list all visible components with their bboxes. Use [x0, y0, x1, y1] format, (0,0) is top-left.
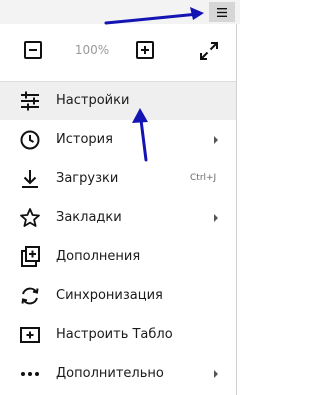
- menu-item-label: Настроить Табло: [56, 327, 173, 342]
- zoom-out-button[interactable]: [24, 41, 42, 59]
- submenu-arrow-icon: [214, 370, 218, 378]
- menu-item-label: Загрузки: [56, 171, 119, 186]
- menu-item-label: Закладки: [56, 210, 122, 225]
- menu-item-sync[interactable]: Синхронизация: [0, 277, 236, 315]
- extensions-icon: [21, 246, 40, 267]
- submenu-arrow-icon: [214, 136, 218, 144]
- menu-item-history[interactable]: История: [0, 121, 236, 159]
- more-dots-icon: [21, 372, 39, 376]
- star-icon: [20, 208, 40, 227]
- submenu-arrow-icon: [214, 214, 218, 222]
- browser-main-menu: 100% Настройки История Загрузки Ctrl+J З…: [0, 24, 237, 395]
- zoom-row: 100%: [0, 24, 236, 80]
- settings-sliders-icon: [21, 91, 39, 111]
- download-icon: [22, 170, 38, 188]
- menu-item-label: Настройки: [56, 93, 130, 108]
- menu-item-customize-tableau[interactable]: Настроить Табло: [0, 316, 236, 354]
- menu-item-label: Дополнения: [56, 249, 141, 264]
- clock-icon: [20, 130, 40, 150]
- menu-item-label: Синхронизация: [56, 288, 163, 303]
- fullscreen-icon[interactable]: [198, 40, 220, 62]
- menu-item-downloads[interactable]: Загрузки Ctrl+J: [0, 160, 236, 198]
- zoom-level: 100%: [74, 43, 110, 57]
- menu-item-label: Дополнительно: [56, 366, 164, 381]
- menu-item-extensions[interactable]: Дополнения: [0, 238, 236, 276]
- hamburger-icon: [217, 7, 227, 17]
- zoom-in-button[interactable]: [136, 41, 154, 59]
- menu-item-more[interactable]: Дополнительно: [0, 355, 236, 393]
- menu-item-bookmarks[interactable]: Закладки: [0, 199, 236, 237]
- sync-icon: [21, 287, 39, 305]
- menu-item-label: История: [56, 132, 113, 147]
- menu-item-settings[interactable]: Настройки: [0, 82, 236, 120]
- add-tile-icon: [20, 327, 40, 343]
- browser-toolbar: [0, 0, 240, 24]
- shortcut-hint: Ctrl+J: [190, 173, 217, 183]
- menu-button[interactable]: [209, 2, 235, 22]
